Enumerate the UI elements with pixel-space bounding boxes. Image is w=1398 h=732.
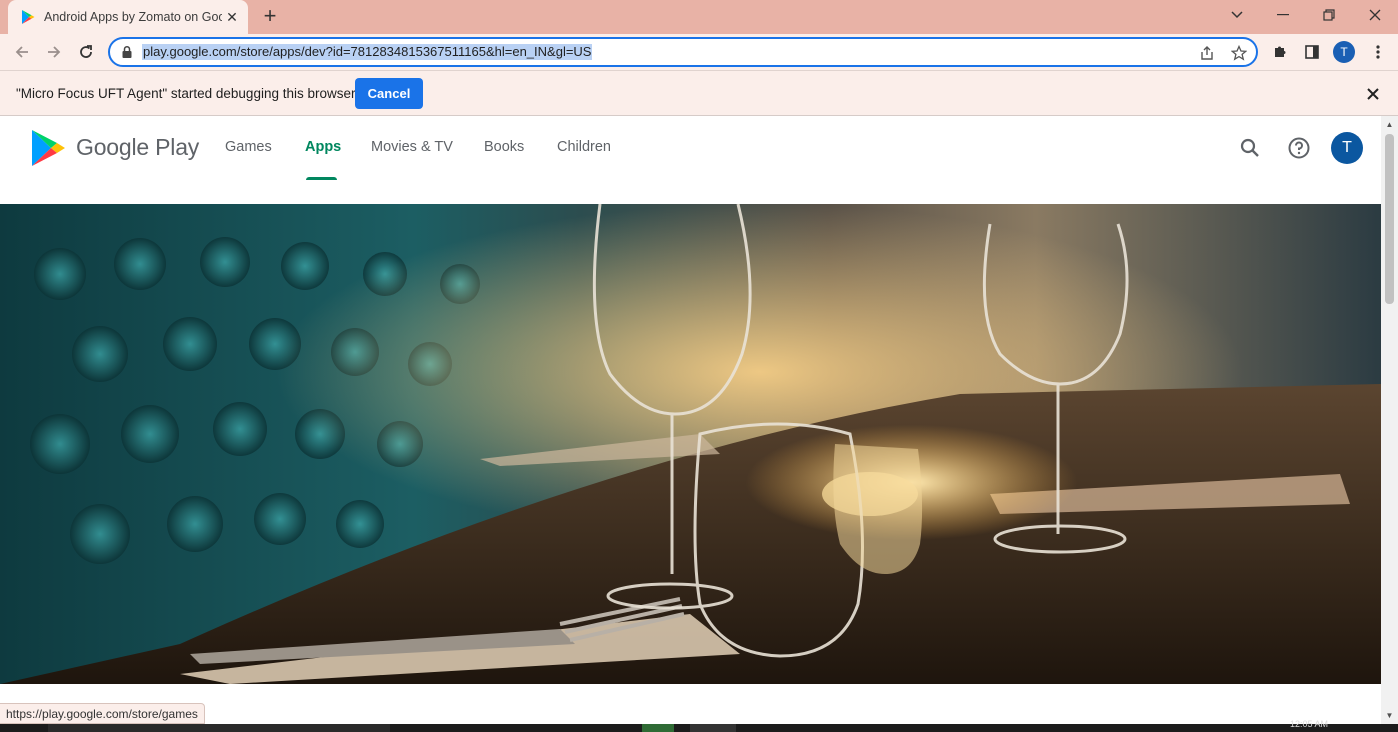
browser-tab[interactable]: Android Apps by Zomato on Google Play ✕ <box>8 0 248 34</box>
status-bar-url: https://play.google.com/store/games <box>0 703 205 724</box>
infobar-close-icon[interactable] <box>1364 85 1382 103</box>
reload-icon[interactable] <box>74 40 98 64</box>
scroll-down-icon[interactable]: ▼ <box>1385 711 1394 720</box>
google-play-wordmark[interactable]: Google Play <box>76 134 199 161</box>
bookmark-star-icon[interactable] <box>1229 43 1249 63</box>
profile-avatar[interactable]: T <box>1333 41 1355 63</box>
minimize-icon[interactable] <box>1260 0 1306 30</box>
taskbar-clock: 12:05 AM <box>1290 720 1329 728</box>
lock-icon[interactable] <box>120 45 134 59</box>
tab-title: Android Apps by Zomato on Google Play <box>44 10 222 24</box>
taskbar-item[interactable] <box>642 724 674 732</box>
new-tab-icon[interactable]: + <box>258 5 282 29</box>
nav-games[interactable]: Games <box>225 139 272 155</box>
account-avatar[interactable]: T <box>1331 132 1363 164</box>
scroll-up-icon[interactable]: ▲ <box>1385 120 1394 129</box>
restore-icon[interactable] <box>1306 0 1352 30</box>
tab-close-icon[interactable]: ✕ <box>224 9 240 25</box>
back-icon[interactable] <box>10 40 34 64</box>
help-icon[interactable] <box>1287 136 1311 160</box>
page-content: Google Play Games Apps Movies & TV Books… <box>0 116 1381 724</box>
infobar-message: "Micro Focus UFT Agent" started debuggin… <box>16 86 356 101</box>
nav-books[interactable]: Books <box>484 139 524 155</box>
taskbar-item[interactable] <box>48 724 390 732</box>
nav-movies-tv[interactable]: Movies & TV <box>371 139 453 155</box>
page-scrollbar[interactable]: ▲ ▼ <box>1381 116 1398 724</box>
os-taskbar: 12:05 AM <box>0 720 1398 732</box>
google-play-favicon <box>22 10 35 24</box>
title-bar: Android Apps by Zomato on Google Play ✕ … <box>0 0 1398 34</box>
address-bar[interactable]: play.google.com/store/apps/dev?id=781283… <box>108 37 1258 67</box>
forward-icon[interactable] <box>42 40 66 64</box>
extensions-icon[interactable] <box>1270 42 1290 62</box>
google-play-logo-icon[interactable] <box>30 129 66 167</box>
developer-banner-image <box>0 204 1381 684</box>
search-icon[interactable] <box>1238 136 1262 160</box>
side-panel-icon[interactable] <box>1302 42 1322 62</box>
share-icon[interactable] <box>1197 43 1217 63</box>
url-text[interactable]: play.google.com/store/apps/dev?id=781283… <box>142 44 593 60</box>
active-tab-indicator <box>306 177 337 180</box>
nav-children[interactable]: Children <box>557 139 611 155</box>
debugging-infobar: "Micro Focus UFT Agent" started debuggin… <box>0 70 1398 116</box>
browser-toolbar: play.google.com/store/apps/dev?id=781283… <box>0 34 1398 70</box>
scroll-thumb[interactable] <box>1385 134 1394 304</box>
nav-apps[interactable]: Apps <box>305 139 341 155</box>
google-play-header: Google Play Games Apps Movies & TV Books… <box>0 116 1381 180</box>
close-window-icon[interactable] <box>1352 0 1398 30</box>
cancel-button[interactable]: Cancel <box>355 78 423 109</box>
taskbar-item[interactable] <box>690 724 736 732</box>
tab-search-icon[interactable] <box>1214 0 1260 30</box>
menu-kebab-icon[interactable] <box>1368 42 1388 62</box>
